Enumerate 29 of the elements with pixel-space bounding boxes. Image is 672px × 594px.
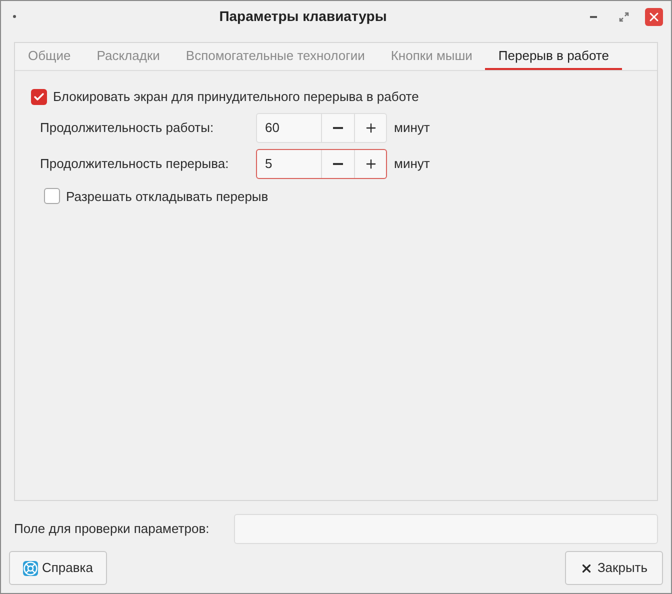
field-label: Поле для проверки параметров: bbox=[14, 520, 210, 538]
check-icon bbox=[33, 90, 45, 103]
spin-value: 5 bbox=[264, 154, 274, 173]
spin-field[interactable]: 60 bbox=[256, 112, 387, 142]
minus-icon bbox=[333, 126, 343, 128]
help-icon bbox=[23, 560, 38, 576]
test-input-field[interactable] bbox=[234, 514, 658, 544]
unit-label: минут bbox=[394, 118, 430, 137]
field-label: Продолжительность работы: bbox=[40, 118, 215, 137]
restore-icon[interactable] bbox=[619, 12, 629, 22]
field-label: Продолжительность перерыва: bbox=[40, 154, 230, 173]
checkbox-label: Разрешать откладывать перерыв bbox=[66, 188, 268, 206]
spin-value: 60 bbox=[264, 118, 280, 137]
plus-icon bbox=[364, 120, 378, 134]
tab[interactable]: Перерыв в работе bbox=[485, 43, 622, 70]
close-dialog-button[interactable]: Закрыть bbox=[565, 551, 663, 585]
checkbox-label: Блокировать экран для принудительного перерыва в работе bbox=[53, 88, 419, 106]
close-icon bbox=[580, 562, 594, 574]
checkbox[interactable] bbox=[31, 88, 47, 105]
close-button[interactable] bbox=[645, 8, 663, 26]
checkbox[interactable] bbox=[44, 188, 60, 204]
unit-label: минут bbox=[394, 154, 430, 173]
minimize-icon[interactable] bbox=[590, 16, 597, 18]
spin-field[interactable]: 5 bbox=[256, 148, 387, 178]
window-title: Параметры клавиатуры bbox=[218, 7, 388, 26]
minus-icon bbox=[333, 162, 343, 164]
plus-icon bbox=[364, 156, 378, 170]
help-button[interactable]: Справка bbox=[9, 551, 107, 585]
window-menu-icon[interactable] bbox=[13, 15, 16, 18]
